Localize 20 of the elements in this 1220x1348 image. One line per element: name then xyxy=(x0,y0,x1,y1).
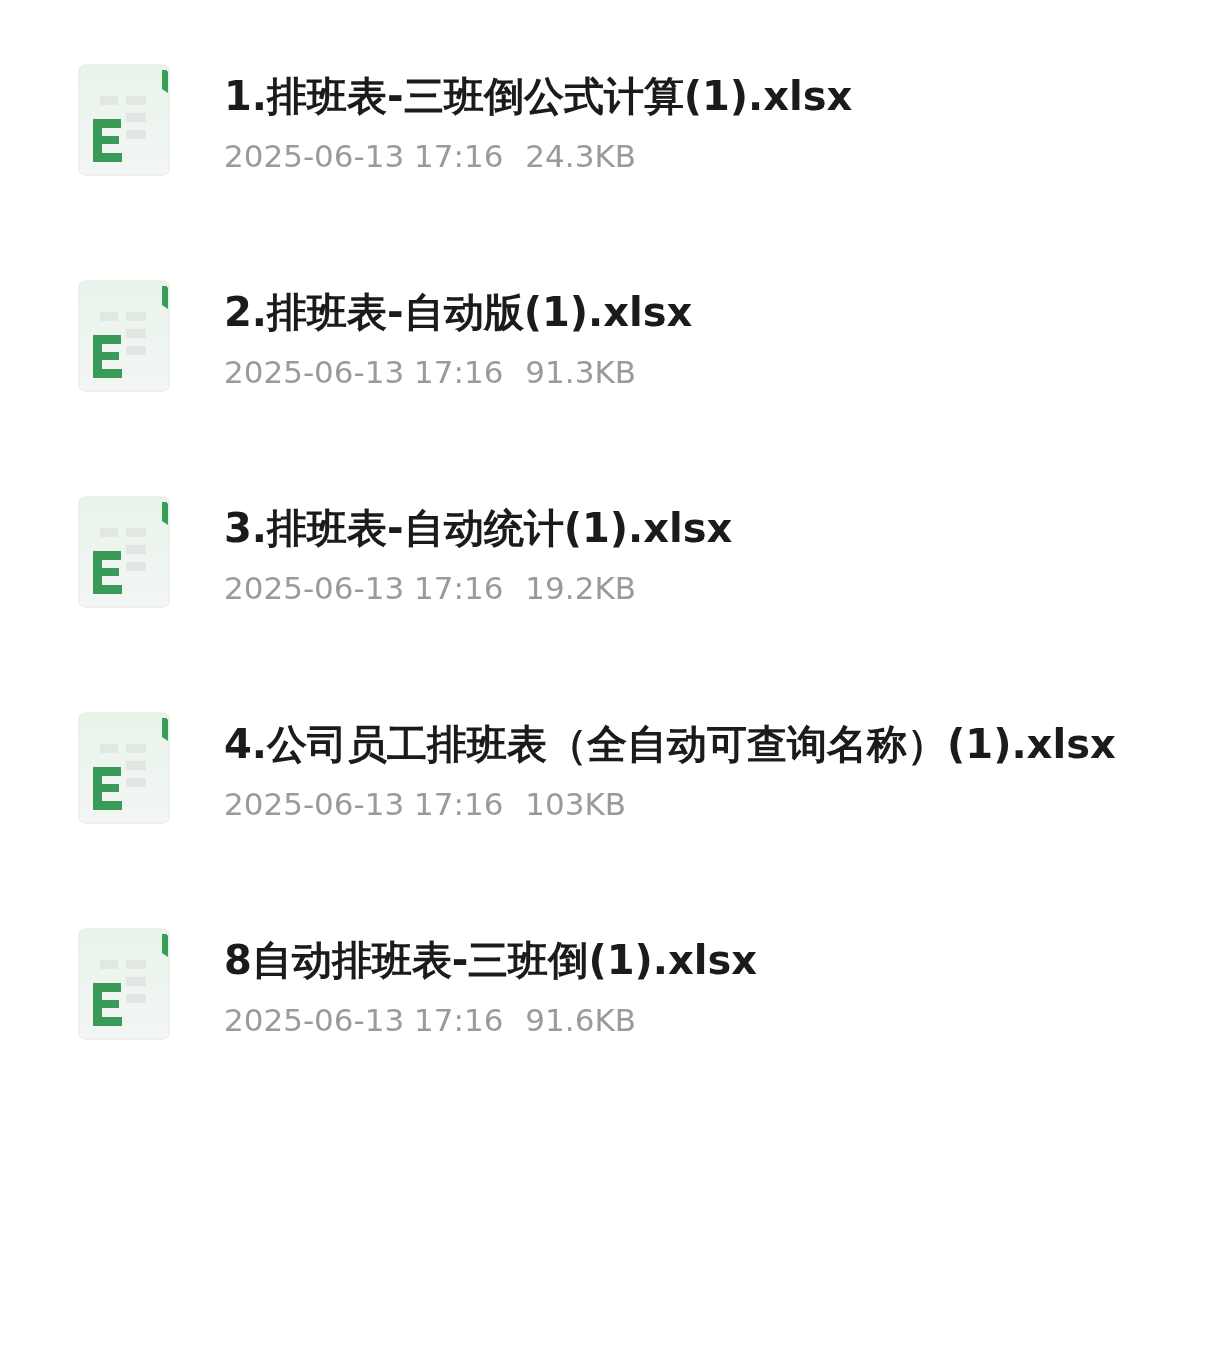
file-date: 2025-06-13 17:16 xyxy=(224,138,504,174)
spreadsheet-file-icon xyxy=(78,496,170,608)
file-size: 91.3KB xyxy=(525,354,636,390)
spreadsheet-file-icon xyxy=(78,64,170,176)
file-size: 91.6KB xyxy=(525,1002,636,1038)
spreadsheet-file-icon xyxy=(78,712,170,824)
file-size: 19.2KB xyxy=(525,570,636,606)
file-size: 103KB xyxy=(525,786,627,822)
file-name[interactable]: 4.公司员工排班表（全自动可查询名称）(1).xlsx xyxy=(224,714,1144,774)
file-size: 24.3KB xyxy=(525,138,636,174)
file-date: 2025-06-13 17:16 xyxy=(224,1002,504,1038)
spreadsheet-file-icon xyxy=(78,928,170,1040)
file-date: 2025-06-13 17:16 xyxy=(224,354,504,390)
file-name[interactable]: 8自动排班表-三班倒(1).xlsx xyxy=(224,930,1144,990)
spreadsheet-file-icon xyxy=(78,280,170,392)
file-date: 2025-06-13 17:16 xyxy=(224,786,504,822)
file-date: 2025-06-13 17:16 xyxy=(224,570,504,606)
file-name[interactable]: 3.排班表-自动统计(1).xlsx xyxy=(224,498,1144,558)
file-name[interactable]: 1.排班表-三班倒公式计算(1).xlsx xyxy=(224,66,1144,126)
file-name[interactable]: 2.排班表-自动版(1).xlsx xyxy=(224,282,1144,342)
